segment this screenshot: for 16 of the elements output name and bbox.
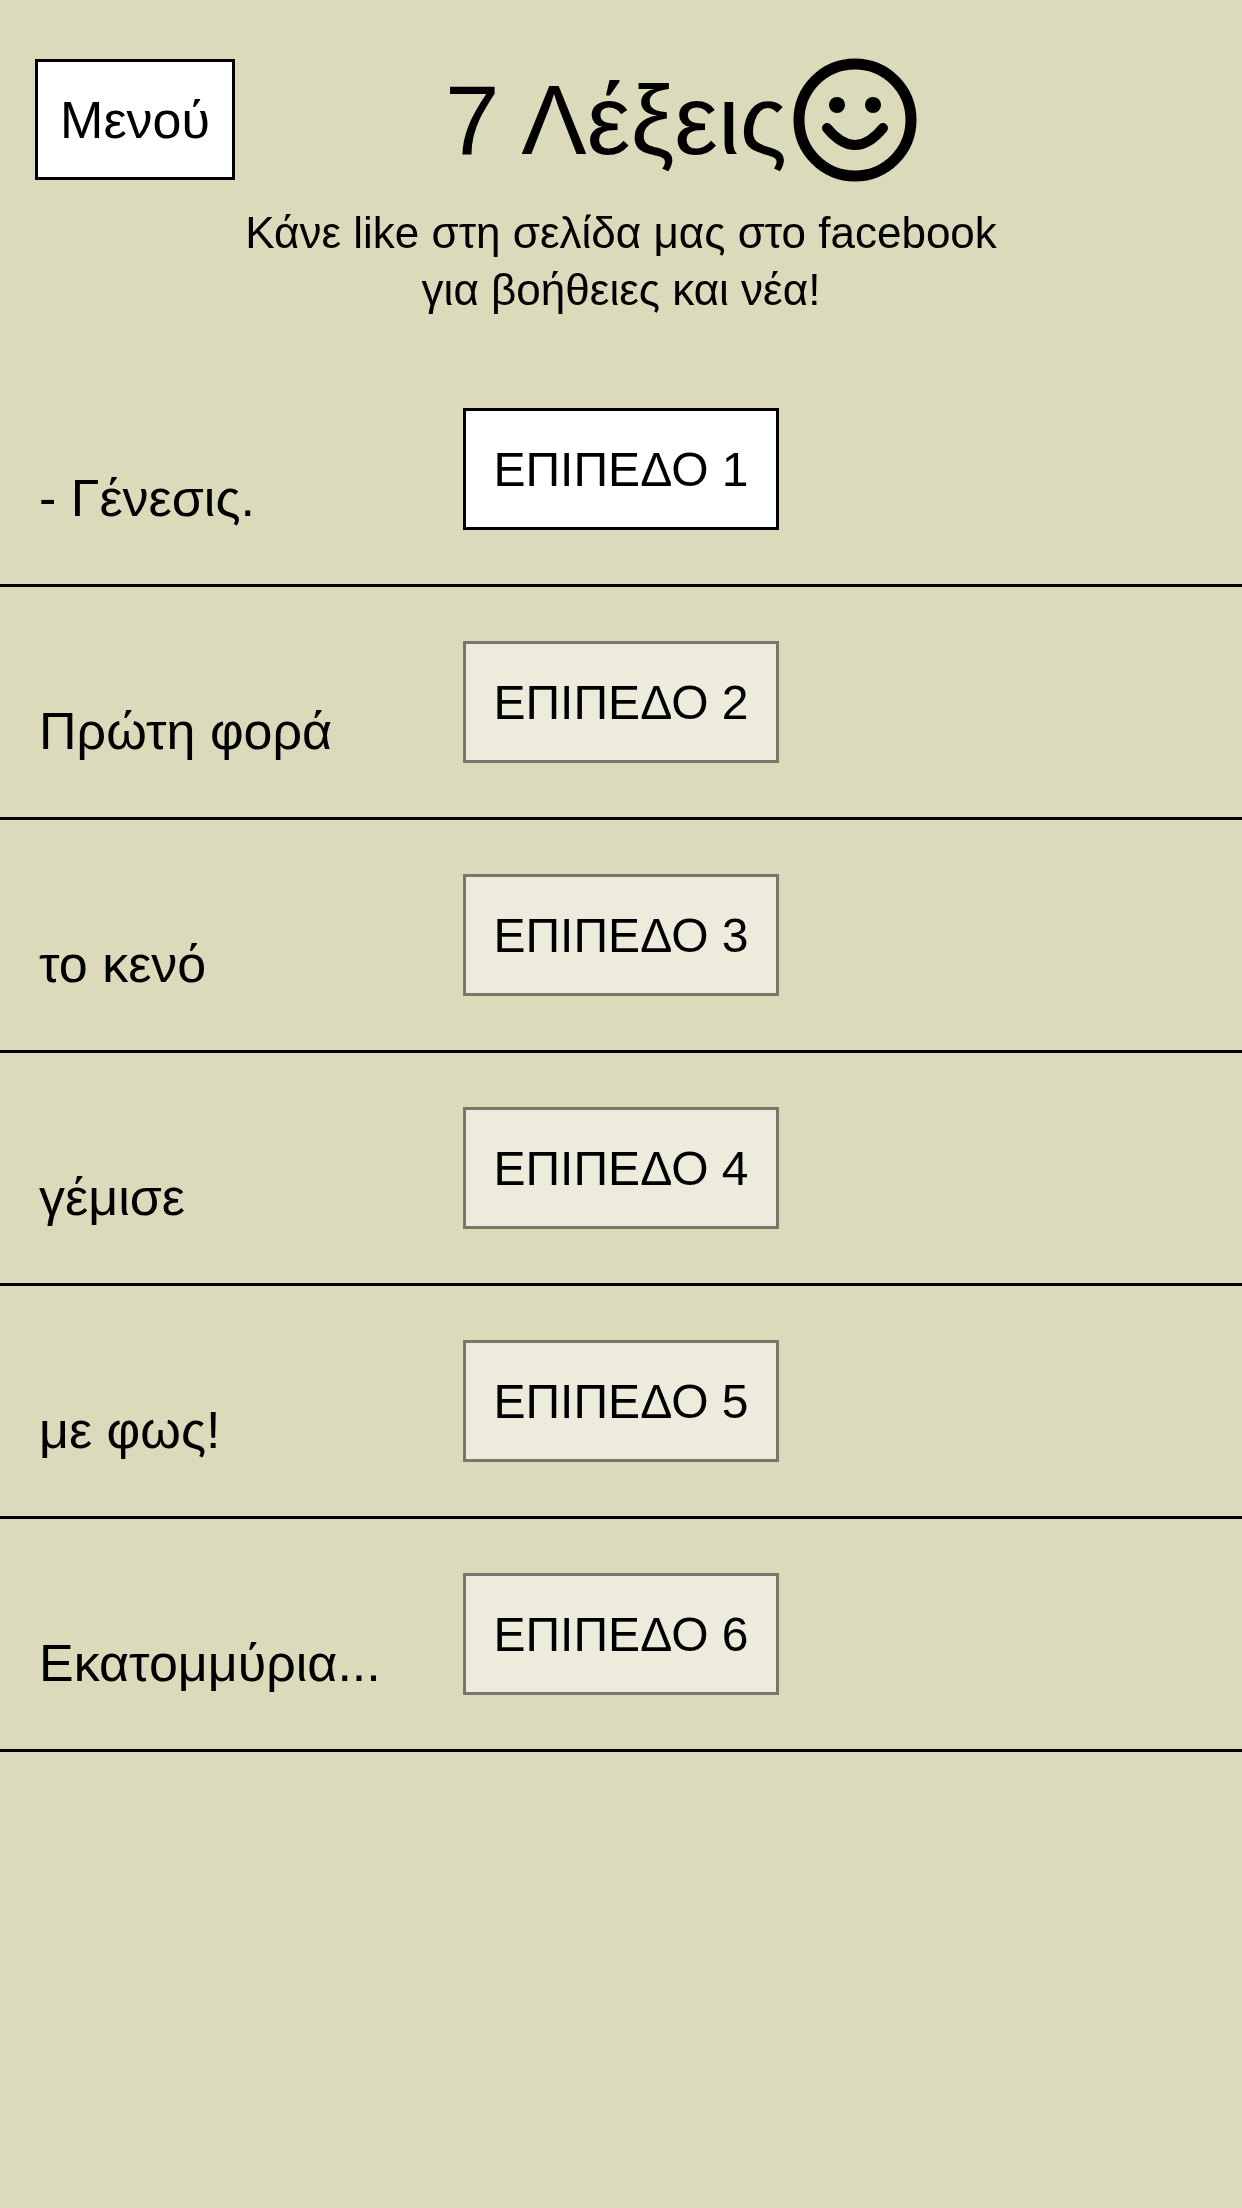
level-name: με φως! bbox=[39, 1400, 222, 1460]
subtitle-text: Κάνε like στη σελίδα μας στο facebook για βοήθειες και νέα! bbox=[244, 207, 998, 316]
level-name: το κενό bbox=[39, 934, 208, 994]
level-name: Εκατομμύρια... bbox=[39, 1633, 382, 1693]
level-name: Πρώτη φορά bbox=[39, 701, 334, 761]
level-button[interactable]: ΕΠΙΠΕΔΟ 1 bbox=[463, 408, 779, 530]
smiley-icon bbox=[793, 57, 918, 182]
level-name: γέμισε bbox=[39, 1167, 186, 1227]
level-button[interactable]: ΕΠΙΠΕΔΟ 2 bbox=[463, 641, 779, 763]
app-title: 7 Λέξεις bbox=[445, 70, 788, 169]
level-button[interactable]: ΕΠΙΠΕΔΟ 4 bbox=[463, 1107, 779, 1229]
level-name: - Γένεσις. bbox=[39, 468, 256, 528]
level-button[interactable]: ΕΠΙΠΕΔΟ 6 bbox=[463, 1573, 779, 1695]
menu-button[interactable]: Μενού bbox=[35, 59, 235, 180]
level-button[interactable]: ΕΠΙΠΕΔΟ 3 bbox=[463, 874, 779, 996]
level-button[interactable]: ΕΠΙΠΕΔΟ 5 bbox=[463, 1340, 779, 1462]
